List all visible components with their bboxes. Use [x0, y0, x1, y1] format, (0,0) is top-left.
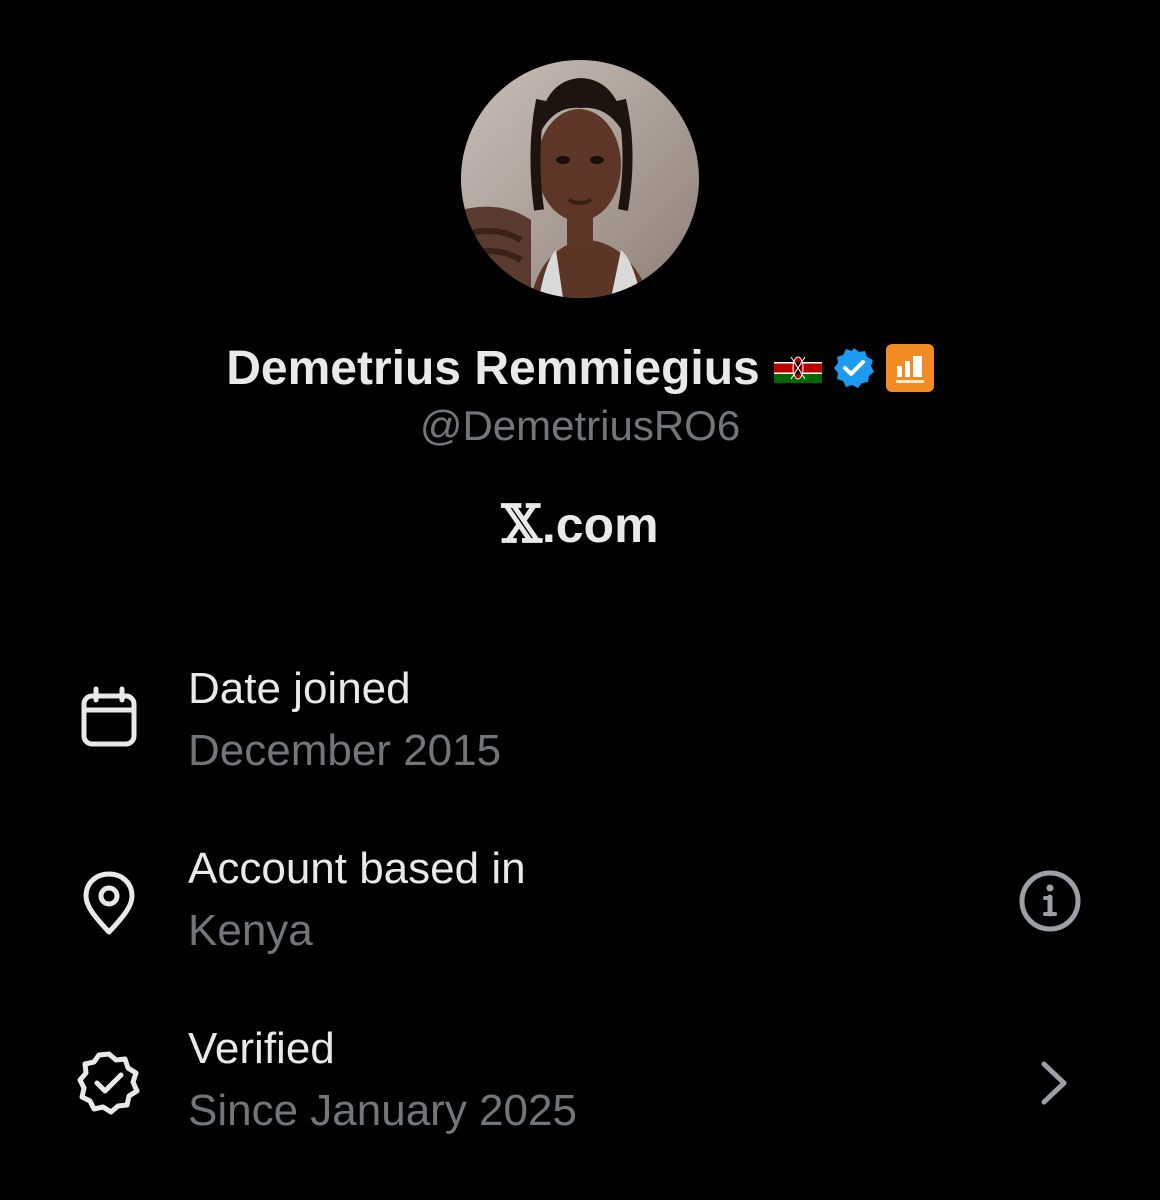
date-joined-value: December 2015: [188, 726, 502, 775]
avatar-photo: [461, 60, 699, 298]
verified-value: Since January 2025: [188, 1086, 577, 1135]
calendar-icon: [74, 684, 144, 754]
profile-handle: @DemetriusRO6: [419, 402, 741, 449]
verified-badge-outline-icon: [74, 1048, 144, 1118]
website-text: .com: [541, 497, 659, 553]
account-based-in-row: Account based in Kenya: [0, 844, 1160, 984]
date-joined-row: Date joined December 2015: [0, 664, 1160, 804]
profile-name-row: Demetrius Remmiegius: [0, 338, 1160, 398]
profile-avatar[interactable]: [461, 60, 699, 298]
profile-website-link[interactable]: 𝕏.com: [0, 494, 1160, 555]
verified-label: Verified: [188, 1024, 335, 1073]
account-based-in-label: Account based in: [188, 844, 526, 893]
affiliate-badge-icon[interactable]: [885, 344, 934, 392]
x-logo-icon: 𝕏: [501, 494, 542, 555]
verified-checkmark-icon[interactable]: [832, 346, 876, 390]
date-joined-label: Date joined: [188, 664, 411, 713]
verified-row[interactable]: Verified Since January 2025: [0, 1024, 1160, 1164]
display-name: Demetrius Remmiegius: [226, 341, 760, 395]
kenya-flag-icon: [773, 353, 822, 383]
chevron-right-icon[interactable]: [1022, 1050, 1088, 1116]
info-icon[interactable]: [1017, 868, 1083, 934]
location-pin-icon: [74, 868, 144, 938]
account-based-in-value: Kenya: [188, 906, 313, 955]
